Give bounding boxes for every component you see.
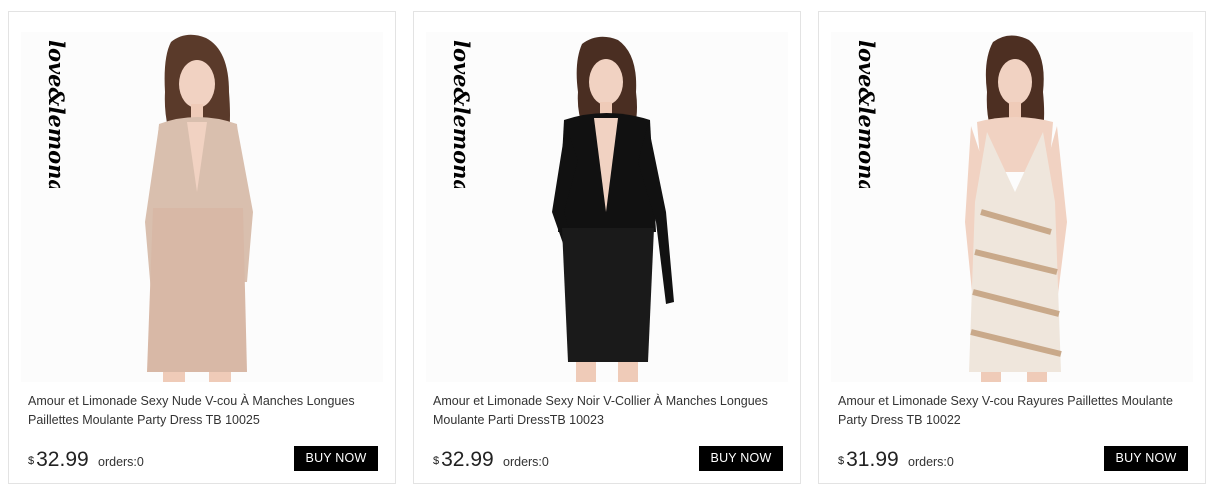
- product-card[interactable]: love&lemonade Amour et Limonade Sexy Noi…: [413, 11, 801, 484]
- orders-count: orders:0: [98, 455, 144, 469]
- product-image[interactable]: love&lemonade: [426, 32, 788, 382]
- orders-count: orders:0: [503, 455, 549, 469]
- buy-now-button[interactable]: BUY NOW: [294, 446, 378, 471]
- product-card[interactable]: love&lemonade Amour et Limonade Sexy V-c…: [818, 11, 1206, 484]
- svg-text:love&lemonade: love&lemonade: [854, 40, 879, 188]
- product-card[interactable]: love&lemonade Amour et Limonade Sexy Nud…: [8, 11, 396, 484]
- product-price: $32.99: [433, 448, 494, 472]
- product-title[interactable]: Amour et Limonade Sexy V-cou Rayures Pai…: [838, 392, 1183, 430]
- product-price: $31.99: [838, 448, 899, 472]
- brand-logo: love&lemonade: [39, 38, 79, 188]
- price-amount: 31.99: [846, 448, 899, 471]
- orders-count: orders:0: [908, 455, 954, 469]
- buy-now-button[interactable]: BUY NOW: [699, 446, 783, 471]
- product-grid: love&lemonade Amour et Limonade Sexy Nud…: [0, 0, 1215, 494]
- dress-skirt: [147, 208, 247, 372]
- model-photo: [965, 35, 1067, 382]
- product-image[interactable]: love&lemonade: [21, 32, 383, 382]
- model-photo: [552, 36, 674, 382]
- product-price: $32.99: [28, 448, 89, 472]
- currency-symbol: $: [838, 455, 845, 467]
- product-image[interactable]: love&lemonade: [831, 32, 1193, 382]
- brand-logo: love&lemonade: [444, 38, 484, 188]
- product-title[interactable]: Amour et Limonade Sexy Nude V-cou À Manc…: [28, 392, 373, 430]
- price-amount: 32.99: [441, 448, 494, 471]
- svg-text:love&lemonade: love&lemonade: [44, 40, 69, 188]
- svg-text:love&lemonade: love&lemonade: [449, 40, 474, 188]
- buy-now-button[interactable]: BUY NOW: [1104, 446, 1188, 471]
- price-amount: 32.99: [36, 448, 89, 471]
- model-photo: [145, 34, 253, 382]
- currency-symbol: $: [433, 455, 440, 467]
- currency-symbol: $: [28, 455, 35, 467]
- brand-logo: love&lemonade: [849, 38, 889, 188]
- product-title[interactable]: Amour et Limonade Sexy Noir V-Collier À …: [433, 392, 778, 430]
- dress-skirt: [562, 228, 654, 362]
